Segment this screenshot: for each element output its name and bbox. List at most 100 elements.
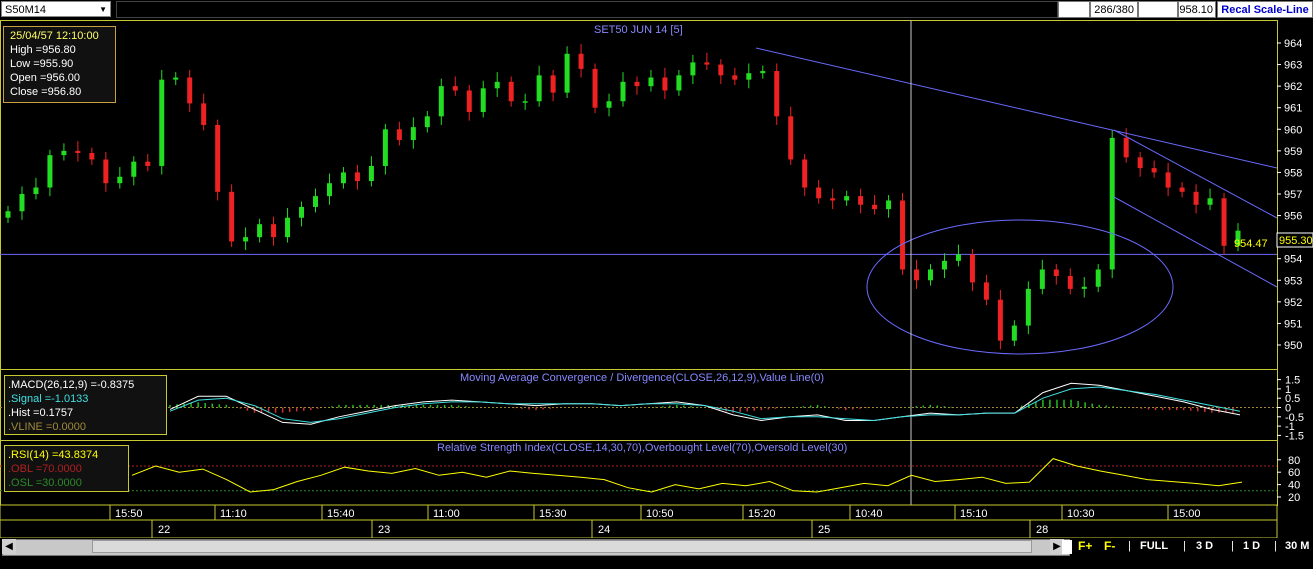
price-candle-body: [969, 254, 975, 283]
downtrend-line: [755, 47, 1278, 169]
price-y-tick-label: 952: [1284, 297, 1302, 309]
time-axis-label: 15:40: [327, 508, 355, 520]
rsi-y-tick-label: 80: [1288, 455, 1300, 467]
price-candle-body: [774, 71, 780, 117]
3-day-button[interactable]: 3 D: [1196, 540, 1213, 552]
price-candle-body: [340, 172, 346, 184]
price-candle-body: [522, 101, 528, 103]
price-candle-body: [1207, 198, 1213, 205]
price-y-tick-label: 957: [1284, 189, 1302, 201]
price-candle-body: [662, 77, 668, 91]
zoom-out-button[interactable]: F-: [1104, 539, 1115, 553]
time-axis-label: 15:00: [1173, 508, 1201, 520]
rsi-legend-rsi: .RSI(14) =43.8374: [8, 449, 99, 461]
full-button[interactable]: FULL: [1140, 540, 1168, 552]
price-y-tick-label: 959: [1284, 146, 1302, 158]
macd-legend-vline: .VLINE =0.0000: [8, 421, 86, 433]
price-candle-body: [606, 101, 612, 108]
price-candle-body: [1151, 168, 1157, 173]
date-axis-label: 28: [1036, 524, 1048, 536]
price-y-tick-label: 960: [1284, 124, 1302, 136]
price-candle-body: [1081, 286, 1087, 289]
price-panel-frame: [0, 20, 1278, 370]
30-minute-button[interactable]: 30 M: [1285, 540, 1309, 552]
price-y-tick-label: 961: [1284, 103, 1302, 115]
price-candle-body: [1039, 269, 1045, 289]
price-y-tick-label: 954: [1284, 254, 1302, 266]
price-candles: [5, 44, 1241, 350]
time-axis-label: 15:20: [748, 508, 776, 520]
scrollbar-thumb[interactable]: [92, 540, 1032, 553]
chevron-down-icon: ▼: [99, 5, 107, 14]
price-candle-body: [494, 81, 500, 89]
price-candle-body: [424, 116, 430, 128]
price-candle-body: [676, 75, 682, 91]
price-candle-body: [718, 64, 724, 76]
price-y-tick-label: 956: [1284, 211, 1302, 223]
macd-legend-signal: .Signal =-1.0133: [8, 393, 89, 405]
recal-scale-line-button[interactable]: Recal Scale-Line: [1217, 1, 1313, 18]
price-candle-body: [61, 150, 67, 156]
price-candle-body: [1193, 191, 1199, 205]
price-candle-body: [955, 254, 961, 261]
price-candle-body: [1025, 288, 1031, 326]
price-candle-body: [858, 196, 864, 205]
price-candle-body: [201, 103, 207, 125]
symbol-selector[interactable]: S50M14 ▼: [1, 1, 111, 17]
info-close: Close =956.80: [10, 86, 82, 98]
macd-histogram: [169, 399, 1234, 413]
date-axis-label: 24: [598, 524, 610, 536]
time-axis-label: 10:30: [1067, 508, 1095, 520]
price-candle-body: [89, 153, 95, 160]
separator-3: |: [1231, 540, 1234, 552]
price-candle-body: [1165, 172, 1171, 188]
1-day-button[interactable]: 1 D: [1243, 540, 1260, 552]
price-candle-body: [173, 77, 179, 80]
price-candle-body: [732, 75, 738, 80]
price-candle-body: [550, 75, 556, 93]
channel-upper-line: [1113, 129, 1278, 219]
price-y-tick-label: 963: [1284, 60, 1302, 72]
price-candle-body: [131, 161, 137, 177]
rsi-y-tick-label: 40: [1288, 480, 1300, 492]
price-candle-body: [117, 176, 123, 184]
price-candle-body: [75, 150, 81, 154]
price-candle-body: [257, 224, 263, 238]
price-candle-body: [452, 86, 458, 91]
date-axis-label: 23: [378, 524, 390, 536]
price-candle-body: [1067, 275, 1073, 289]
rsi-legend-box: .RSI(14) =43.8374 .OBL =70.0000 .OSL =30…: [4, 445, 129, 492]
scroll-left-icon[interactable]: ◀: [2, 539, 16, 554]
time-axis-label: 15:30: [539, 508, 567, 520]
price-candle-body: [229, 191, 235, 242]
price-candle-body: [354, 172, 360, 182]
price-candle-body: [886, 200, 892, 210]
chart-area[interactable]: 9649639629619609599589579569559549539529…: [0, 20, 1313, 538]
zoom-in-button[interactable]: F+: [1078, 539, 1092, 553]
toolbar-blank-cell: [1058, 1, 1090, 18]
price-candle-body: [1179, 187, 1185, 192]
price-candle-body: [1123, 137, 1129, 158]
time-axis-label: 11:10: [220, 508, 247, 520]
info-open: Open =956.00: [10, 72, 81, 84]
price-candle-body: [648, 77, 654, 87]
toolbar-blank-cell-2: [1138, 1, 1178, 18]
info-low: Low =955.90: [10, 58, 74, 70]
price-candle-body: [872, 204, 878, 210]
price-candle-body: [466, 90, 472, 113]
price-y-tick-label: 958: [1284, 167, 1302, 179]
price-candle-body: [1095, 269, 1101, 287]
price-y-tick-label: 951: [1284, 318, 1302, 330]
price-candle-body: [145, 161, 151, 166]
price-candle-body: [704, 62, 710, 65]
price-candle-body: [900, 200, 906, 270]
price-candle-body: [1221, 198, 1227, 246]
rsi-y-tick-label: 20: [1288, 492, 1300, 504]
price-candle-body: [285, 217, 291, 238]
price-candle-body: [620, 81, 626, 102]
price-candle-body: [5, 211, 11, 218]
price-candle-body: [19, 193, 25, 212]
info-high: High =956.80: [10, 44, 76, 56]
rsi-legend-obl: .OBL =70.0000: [8, 463, 82, 475]
price-candle-body: [928, 269, 933, 281]
